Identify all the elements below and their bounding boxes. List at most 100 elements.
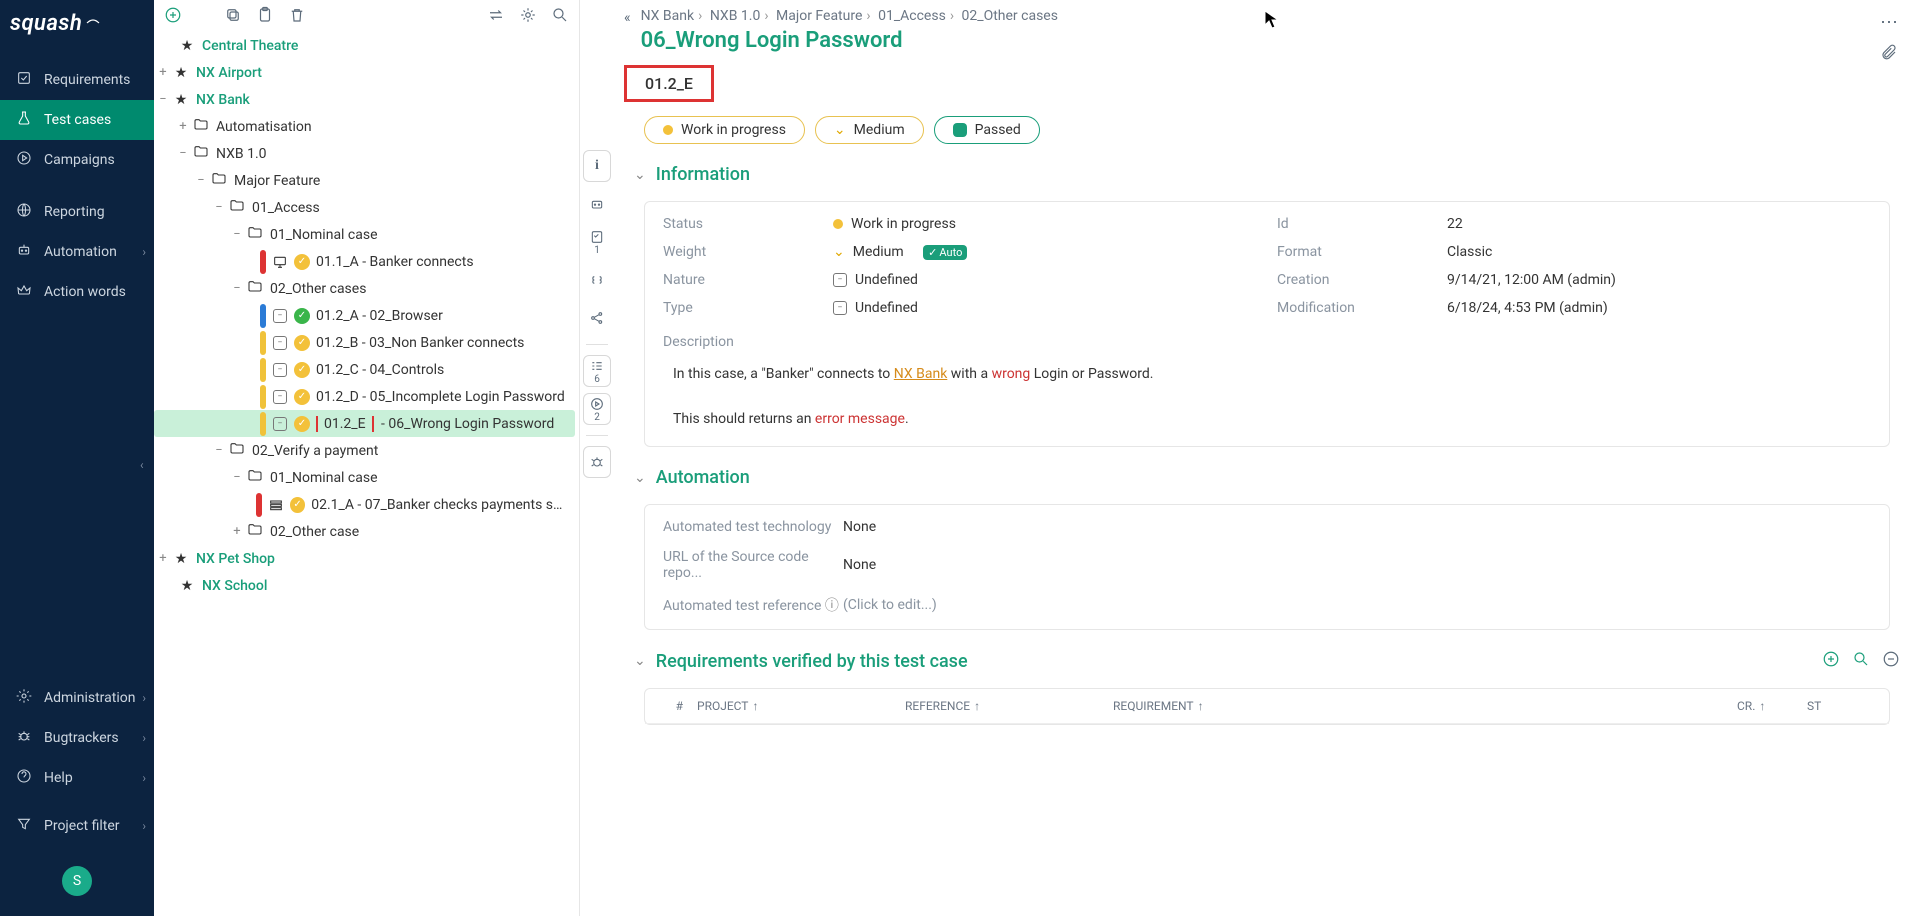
tree-folder[interactable]: − 01_Access [154, 194, 575, 221]
chevron-down-icon[interactable]: ⌄ [634, 653, 646, 669]
screen-icon [272, 254, 288, 270]
tree-testcase[interactable]: − ✓ 01.2_B - 03_Non Banker connects [154, 329, 575, 356]
search-icon[interactable] [1852, 650, 1870, 672]
col-cr[interactable]: CR. ↑ [1737, 699, 1807, 713]
tree-testcase[interactable]: − ✓ 01.2_C - 04_Controls [154, 356, 575, 383]
chevron-right-icon: › [142, 819, 146, 833]
status-wip-icon: ✓ [294, 416, 310, 432]
tree-folder[interactable]: − 01_Nominal case [154, 221, 575, 248]
rail-attributes[interactable]: 6 [583, 355, 611, 387]
tree-label: 01.2_A - 02_Browser [316, 308, 443, 324]
sort-asc-icon: ↑ [1198, 699, 1204, 713]
tree-project[interactable]: ★ NX School [154, 572, 575, 599]
tree-project[interactable]: + ★ NX Airport [154, 59, 575, 86]
tree-project[interactable]: + ★ NX Pet Shop [154, 545, 575, 572]
remove-icon[interactable] [1882, 650, 1900, 672]
tree-folder[interactable]: − NXB 1.0 [154, 140, 575, 167]
v-nature[interactable]: −Undefined [833, 272, 1257, 288]
add-icon[interactable] [164, 6, 182, 24]
rail-robot[interactable] [583, 188, 611, 220]
k-status: Status [663, 216, 813, 232]
rail-executions[interactable]: 2 [583, 393, 611, 425]
nav-testcases[interactable]: Test cases [0, 100, 154, 140]
folder-icon [246, 468, 264, 488]
col-number[interactable]: # [657, 699, 697, 713]
swap-icon[interactable] [487, 6, 505, 24]
trash-icon[interactable] [288, 6, 306, 24]
nav-automation[interactable]: Automation › [0, 232, 154, 272]
rail-checklist[interactable]: 1 [583, 226, 611, 258]
v-format: Classic [1447, 244, 1871, 260]
tree-folder[interactable]: − 02_Verify a payment [154, 437, 575, 464]
search-icon[interactable] [551, 6, 569, 24]
weight-chip[interactable]: ⌄Medium [815, 116, 924, 144]
chevron-down-icon[interactable]: ⌄ [634, 470, 646, 486]
tree-folder[interactable]: + Automatisation [154, 113, 575, 140]
col-requirement[interactable]: REQUIREMENT ↑ [1113, 699, 1737, 713]
description-content[interactable]: In this case, a "Banker" connects to NX … [663, 362, 1871, 432]
tree-folder[interactable]: − 01_Nominal case [154, 464, 575, 491]
back-icon[interactable]: « [624, 10, 631, 26]
tree-testcase-selected[interactable]: − ✓ 01.2_E - 06_Wrong Login Password [154, 410, 575, 437]
list-icon [268, 497, 284, 513]
tree-folder[interactable]: − Major Feature [154, 167, 575, 194]
col-reference[interactable]: REFERENCE ↑ [905, 699, 1113, 713]
tree-testcase[interactable]: − ✓ 01.2_A - 02_Browser [154, 302, 575, 329]
gear-icon[interactable] [519, 6, 537, 24]
nav-bugtrackers[interactable]: Bugtrackers › [0, 718, 154, 758]
nav-label: Automation [44, 244, 117, 260]
tree-folder[interactable]: + 02_Other case [154, 518, 575, 545]
col-project[interactable]: PROJECT ↑ [697, 699, 905, 713]
breadcrumb[interactable]: NX Bank› NXB 1.0› Major Feature› 01_Acce… [641, 8, 1058, 24]
nav-reporting[interactable]: Reporting [0, 192, 154, 232]
v-auto-tech[interactable]: None [843, 519, 1871, 535]
rail-issues[interactable] [583, 446, 611, 478]
user-avatar[interactable]: S [62, 866, 92, 896]
tree-testcase[interactable]: − ✓ 01.2_D - 05_Incomplete Login Passwor… [154, 383, 575, 410]
nav-requirements[interactable]: Requirements [0, 60, 154, 100]
folder-icon [192, 117, 210, 137]
tree-project[interactable]: − ★ NX Bank [154, 86, 575, 113]
v-creation: 9/14/21, 12:00 AM (admin) [1447, 272, 1871, 288]
reference-field[interactable]: 01.2_E [624, 65, 714, 102]
add-icon[interactable] [1822, 650, 1840, 672]
rail-share[interactable] [583, 302, 611, 334]
tree-testcase[interactable]: ✓ 02.1_A - 07_Banker checks payments suc… [154, 491, 575, 518]
attachment-icon[interactable] [1880, 43, 1898, 65]
nav-label: Bugtrackers [44, 730, 119, 746]
nav-campaigns[interactable]: Campaigns [0, 140, 154, 180]
nav-actionwords[interactable]: Action words [0, 272, 154, 312]
tree-testcase[interactable]: ✓ 01.1_A - Banker connects [154, 248, 575, 275]
v-status[interactable]: Work in progress [833, 216, 1257, 232]
copy-icon[interactable] [224, 6, 242, 24]
help-icon [16, 768, 32, 788]
k-weight: Weight [663, 244, 813, 260]
v-auto-url[interactable]: None [843, 549, 1871, 581]
col-st[interactable]: ST [1807, 699, 1877, 713]
k-description: Description [663, 334, 1871, 350]
classic-icon: − [272, 335, 288, 351]
more-icon[interactable]: ⋯ [1880, 12, 1898, 33]
sidebar-collapse-icon[interactable]: ‹ [140, 458, 144, 472]
help-icon: ⓘ [825, 598, 839, 614]
nav-projectfilter[interactable]: Project filter › [0, 806, 154, 846]
chevron-down-icon[interactable]: ⌄ [634, 167, 646, 183]
section-title-automation: Automation [656, 467, 750, 488]
v-auto-ref[interactable]: (Click to edit...) [843, 595, 1871, 615]
classic-icon: − [272, 416, 288, 432]
rail-script[interactable] [583, 264, 611, 296]
tree-label: NX Pet Shop [196, 551, 275, 567]
star-icon: ★ [172, 65, 190, 81]
tree-label: 01_Nominal case [270, 227, 378, 243]
nav-label: Help [44, 770, 73, 786]
tree-project[interactable]: ★ Central Theatre [154, 32, 575, 59]
nav-help[interactable]: Help › [0, 758, 154, 798]
tree-folder[interactable]: − 02_Other cases [154, 275, 575, 302]
paste-icon[interactable] [256, 6, 274, 24]
rail-info[interactable]: i [583, 150, 611, 182]
v-weight[interactable]: ⌄Medium ✓ Auto [833, 244, 1257, 260]
v-type[interactable]: −Undefined [833, 300, 1257, 316]
status-wip-icon: ✓ [294, 254, 310, 270]
nav-administration[interactable]: Administration › [0, 678, 154, 718]
status-chip[interactable]: Work in progress [644, 116, 805, 144]
